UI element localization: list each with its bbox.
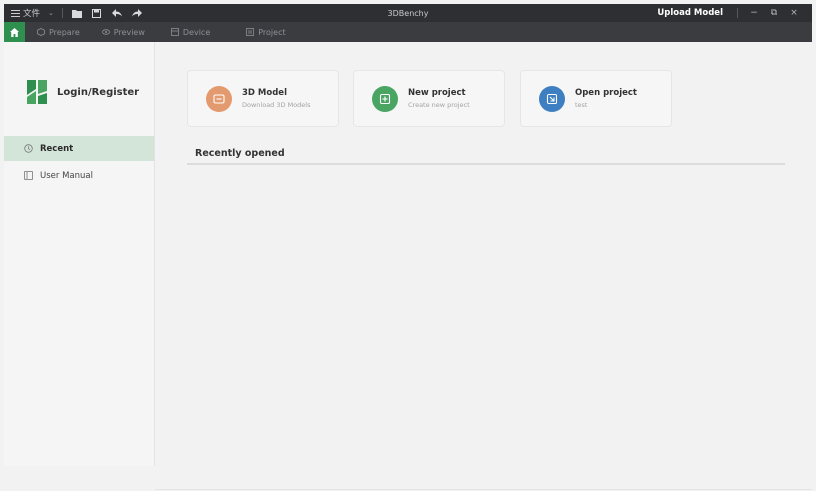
tab-label: Device <box>182 27 211 37</box>
tab-bar: Prepare Preview Device Project <box>4 22 812 42</box>
chevron-down-icon: ⌄ <box>48 9 54 17</box>
sidebar-item-label: User Manual <box>40 170 93 181</box>
app-logo-icon <box>27 80 47 104</box>
device-icon <box>170 28 179 36</box>
recently-opened-heading: Recently opened <box>195 148 285 159</box>
tab-label: Project <box>258 27 286 37</box>
tab-label: Prepare <box>49 27 80 37</box>
hamburger-icon <box>11 9 20 17</box>
card-title: Open project <box>575 88 637 98</box>
save-icon[interactable] <box>92 8 102 18</box>
close-button[interactable]: × <box>784 8 804 18</box>
login-register-label: Login/Register <box>57 86 140 98</box>
separator <box>61 8 63 18</box>
sidebar-item-recent[interactable]: Recent <box>4 136 154 161</box>
card-text: 3D Model Download 3D Models <box>242 88 311 109</box>
card-subtitle: test <box>575 101 588 109</box>
card-subtitle: Download 3D Models <box>242 101 311 109</box>
divider <box>187 163 785 165</box>
home-icon <box>10 27 19 37</box>
login-register-button[interactable]: Login/Register <box>27 80 139 104</box>
clock-icon <box>24 144 33 153</box>
redo-icon[interactable] <box>131 8 142 18</box>
tab-project[interactable]: Project <box>246 22 286 42</box>
separator <box>737 8 738 18</box>
divider <box>155 489 812 490</box>
download-icon <box>206 85 232 112</box>
file-menu-button[interactable]: 文件 ⌄ <box>11 7 54 19</box>
sidebar-item-label: Recent <box>40 143 74 154</box>
tab-device[interactable]: Device <box>170 22 211 42</box>
project-icon <box>246 28 255 36</box>
titlebar-left: 文件 ⌄ <box>4 4 152 22</box>
new-project-card[interactable]: New project Create new project <box>353 70 505 127</box>
titlebar-right: Upload Model − ⧉ × <box>657 4 812 22</box>
cube-icon <box>37 28 45 36</box>
tab-label: Preview <box>113 27 145 37</box>
minimize-button[interactable]: − <box>744 8 764 18</box>
open-project-icon <box>539 85 565 112</box>
card-text: New project Create new project <box>408 88 470 109</box>
card-title: New project <box>408 88 466 98</box>
undo-icon[interactable] <box>111 8 122 18</box>
main-content: 3D Model Download 3D Models New project … <box>155 42 812 490</box>
sidebar-item-user-manual[interactable]: User Manual <box>4 163 154 188</box>
book-icon <box>24 171 33 180</box>
tab-home[interactable] <box>4 22 25 42</box>
tab-preview[interactable]: Preview <box>101 22 145 42</box>
eye-icon <box>101 29 110 35</box>
file-menu-label: 文件 <box>23 9 41 19</box>
open-project-card[interactable]: Open project test <box>520 70 672 127</box>
card-title: 3D Model <box>242 88 287 98</box>
tab-prepare[interactable]: Prepare <box>37 22 80 42</box>
restore-button[interactable]: ⧉ <box>764 8 784 18</box>
upload-model-button[interactable]: Upload Model <box>657 8 723 18</box>
card-text: Open project test <box>575 88 637 109</box>
card-subtitle: Create new project <box>408 101 470 109</box>
sidebar: Login/Register Recent User Manual <box>4 42 155 466</box>
new-project-icon <box>372 85 398 112</box>
title-bar: 文件 ⌄ 3DBenchy Upload Model − ⧉ × <box>4 4 812 22</box>
open-folder-icon[interactable] <box>71 8 82 18</box>
download-3d-model-card[interactable]: 3D Model Download 3D Models <box>187 70 339 127</box>
